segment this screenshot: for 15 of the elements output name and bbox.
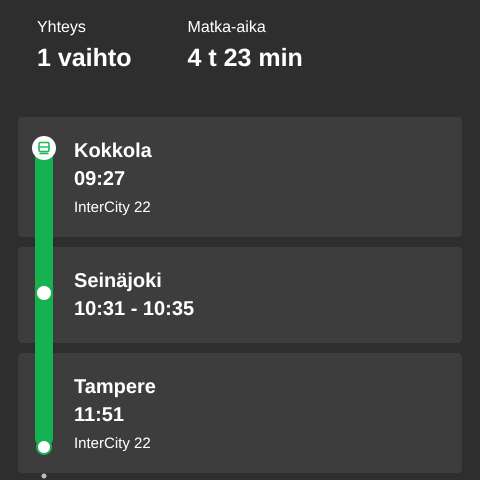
stop-card[interactable]: Seinäjoki 10:31 - 10:35	[18, 247, 462, 343]
train-name: InterCity 22	[74, 434, 152, 454]
station-name: Tampere	[74, 375, 157, 400]
stop-time: 10:31 - 10:35	[74, 297, 196, 322]
stop-card[interactable]: Kokkola 09:27 InterCity 22	[18, 117, 462, 237]
station-name: Seinäjoki	[74, 269, 163, 294]
summary-label: Yhteys	[37, 18, 87, 38]
stop-time: 09:27	[74, 167, 126, 192]
summary-label: Matka-aika	[187, 18, 267, 38]
stop-time: 11:51	[74, 403, 126, 428]
stop-card[interactable]: Tampere 11:51 InterCity 22	[18, 353, 462, 473]
summary-value: 1 vaihto	[37, 43, 132, 74]
train-name: InterCity 22	[74, 198, 152, 218]
summary-value: 4 t 23 min	[187, 43, 303, 74]
station-name: Kokkola	[74, 139, 153, 164]
